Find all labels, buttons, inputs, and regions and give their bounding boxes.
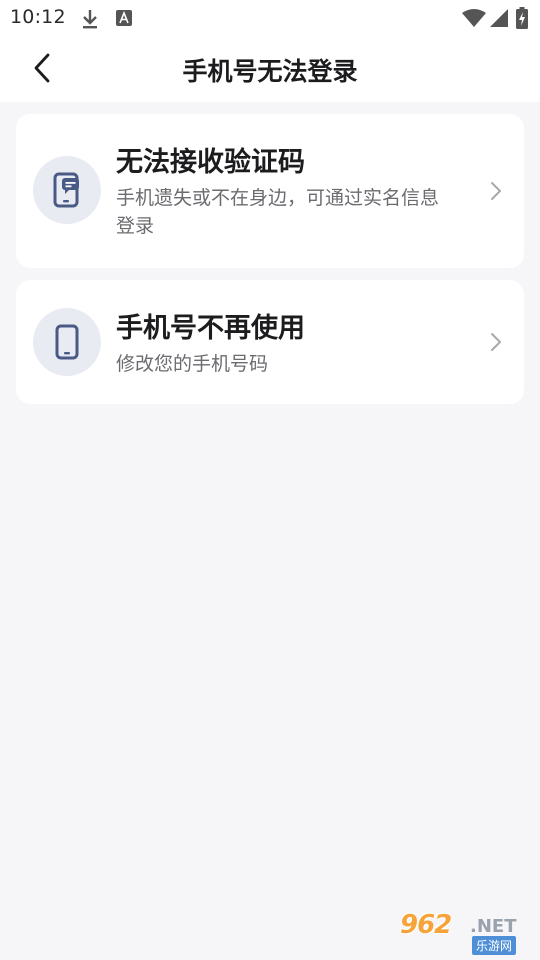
- status-bar: 10:12: [0, 0, 540, 36]
- icon-circle: [33, 156, 101, 224]
- option-description: 手机遗失或不在身边，可通过实名信息登录: [116, 187, 440, 237]
- status-time: 10:12: [10, 6, 66, 28]
- icon-circle: [33, 308, 101, 376]
- phone-message-icon: [53, 172, 79, 208]
- chevron-right-icon: [490, 181, 502, 205]
- signal-icon: [490, 9, 508, 31]
- option-cannot-receive-code[interactable]: 无法接收验证码 手机遗失或不在身边，可通过实名信息登录: [16, 114, 524, 268]
- option-title: 无法接收验证码: [116, 147, 305, 178]
- option-title: 手机号不再使用: [116, 313, 305, 344]
- header: 手机号无法登录: [0, 36, 540, 102]
- wifi-icon: [462, 9, 486, 31]
- watermark-subtitle: 乐游网: [472, 936, 517, 955]
- page-title: 手机号无法登录: [182, 57, 358, 86]
- chevron-right-icon: [490, 332, 502, 356]
- option-description: 修改您的手机号码: [116, 353, 269, 375]
- battery-charging-icon: [516, 7, 528, 33]
- watermark-number: 962: [400, 910, 452, 940]
- download-icon: [80, 8, 100, 34]
- option-number-no-longer-used[interactable]: 手机号不再使用 修改您的手机号码: [16, 280, 524, 404]
- a-notification-icon: [116, 10, 132, 30]
- watermark-domain: .NET: [470, 916, 517, 937]
- watermark-logo: 962 .NET 乐游网: [400, 910, 532, 955]
- phone-icon: [55, 324, 79, 360]
